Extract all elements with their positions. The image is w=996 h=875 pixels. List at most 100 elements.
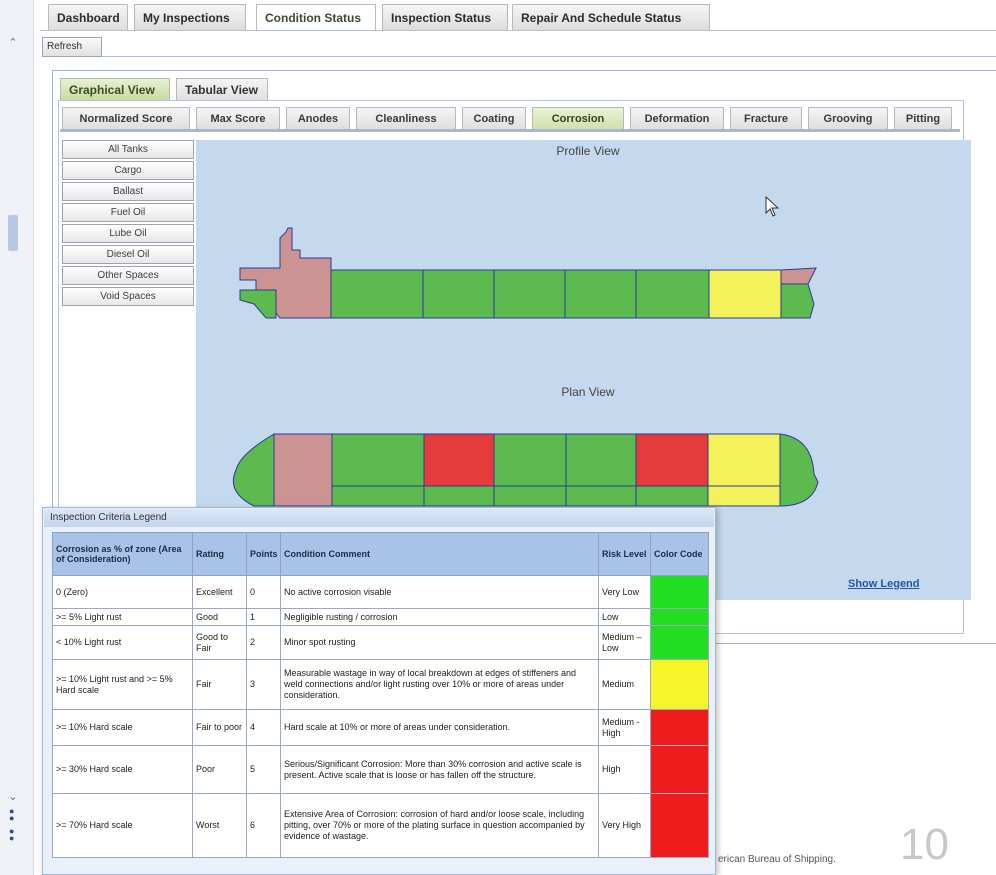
profile-tank-5[interactable] <box>635 269 710 319</box>
profile-tank-3[interactable] <box>493 269 566 319</box>
cell-points: 2 <box>246 625 281 660</box>
tab-max-score[interactable]: Max Score <box>196 107 280 129</box>
profile-tank-6[interactable] <box>708 269 782 319</box>
profile-tank-1[interactable] <box>330 269 424 319</box>
grip-icon: ● ● <box>9 826 15 843</box>
scroll-down-icon[interactable]: ⌄ <box>6 790 20 804</box>
cell-points: 4 <box>246 709 281 746</box>
filter-ballast[interactable]: Ballast <box>62 182 194 201</box>
cell-rating: Good to Fair <box>192 625 247 660</box>
tab-normalized-score[interactable]: Normalized Score <box>62 107 190 129</box>
legend-header-row: Corrosion as % of zone (Area of Consider… <box>52 532 709 576</box>
cell-points: 3 <box>246 659 281 710</box>
table-row: >= 10% Hard scale Fair to poor 4 Hard sc… <box>52 709 709 746</box>
filter-diesel-oil[interactable]: Diesel Oil <box>62 245 194 264</box>
refresh-button[interactable]: Refresh <box>42 37 102 57</box>
tab-inspection-status[interactable]: Inspection Status <box>382 4 508 30</box>
legend-title: Inspection Criteria Legend <box>44 509 714 527</box>
tab-grooving[interactable]: Grooving <box>808 107 888 129</box>
tab-tabular-view[interactable]: Tabular View <box>176 78 268 100</box>
table-row: 0 (Zero) Excellent 0 No active corrosion… <box>52 575 709 609</box>
tab-anodes[interactable]: Anodes <box>286 107 350 129</box>
scroll-up-icon[interactable]: ⌃ <box>6 36 20 50</box>
plan-tank-2-lower[interactable] <box>423 485 495 507</box>
plan-aft-space[interactable] <box>273 433 333 507</box>
tab-underline <box>60 129 960 132</box>
color-swatch <box>650 575 709 609</box>
tab-coating[interactable]: Coating <box>462 107 526 129</box>
header-risk-level: Risk Level <box>598 532 651 576</box>
header-rating: Rating <box>192 532 247 576</box>
tab-condition-status[interactable]: Condition Status <box>256 4 376 30</box>
legend-table: Corrosion as % of zone (Area of Consider… <box>52 532 709 858</box>
tab-fracture[interactable]: Fracture <box>730 107 802 129</box>
cell-risk: Medium - High <box>598 709 651 746</box>
cell-comment: Minor spot rusting <box>280 625 599 660</box>
plan-tank-3-lower[interactable] <box>493 485 567 507</box>
plan-tank-6-lower[interactable] <box>707 485 781 507</box>
tab-pitting[interactable]: Pitting <box>894 107 952 129</box>
cell-rating: Good <box>192 608 247 626</box>
cell-corrosion: >= 10% Hard scale <box>52 709 193 746</box>
cell-points: 0 <box>246 575 281 609</box>
plan-tank-2-upper[interactable] <box>423 433 495 487</box>
tab-my-inspections[interactable]: My Inspections <box>134 4 246 30</box>
cell-comment: Measurable wastage in way of local break… <box>280 659 599 710</box>
plan-tank-5-upper[interactable] <box>635 433 709 487</box>
scroll-thumb[interactable] <box>8 215 18 251</box>
tab-deformation[interactable]: Deformation <box>630 107 724 129</box>
color-swatch <box>650 793 709 858</box>
cell-points: 5 <box>246 745 281 794</box>
header-color-code: Color Code <box>650 532 709 576</box>
filter-cargo[interactable]: Cargo <box>62 161 194 180</box>
cell-corrosion: >= 5% Light rust <box>52 608 193 626</box>
cell-rating: Fair <box>192 659 247 710</box>
cell-points: 6 <box>246 793 281 858</box>
profile-aft-superstructure[interactable] <box>239 227 332 319</box>
filter-all-tanks[interactable]: All Tanks <box>62 140 194 159</box>
tab-dashboard[interactable]: Dashboard <box>48 4 128 30</box>
tab-cleanliness[interactable]: Cleanliness <box>356 107 456 129</box>
cell-points: 1 <box>246 608 281 626</box>
cell-corrosion: 0 (Zero) <box>52 575 193 609</box>
plan-tank-3-upper[interactable] <box>493 433 567 487</box>
left-scrollbar[interactable]: ⌃ ⌄ ● ● ● ● <box>0 0 34 875</box>
plan-stern[interactable] <box>232 433 275 507</box>
cell-rating: Poor <box>192 745 247 794</box>
color-swatch <box>650 745 709 794</box>
cell-corrosion: >= 10% Light rust and >= 5% Hard scale <box>52 659 193 710</box>
filter-other-spaces[interactable]: Other Spaces <box>62 266 194 285</box>
profile-forepeak-lower[interactable] <box>780 283 815 319</box>
profile-forepeak-upper[interactable] <box>780 267 817 285</box>
cell-comment: Extensive Area of Corrosion: corrosion o… <box>280 793 599 858</box>
filter-lube-oil[interactable]: Lube Oil <box>62 224 194 243</box>
tab-repair-and-schedule-status[interactable]: Repair And Schedule Status <box>512 4 710 30</box>
plan-tank-5-lower[interactable] <box>635 485 709 507</box>
mouse-cursor-icon <box>765 196 780 217</box>
header-corrosion: Corrosion as % of zone (Area of Consider… <box>52 532 193 576</box>
show-legend-link[interactable]: Show Legend <box>848 578 920 590</box>
plan-bow[interactable] <box>779 433 819 507</box>
profile-engine-room[interactable] <box>239 289 277 319</box>
cell-corrosion: >= 70% Hard scale <box>52 793 193 858</box>
plan-tank-6-upper[interactable] <box>707 433 781 487</box>
cell-risk: Medium – Low <box>598 625 651 660</box>
cell-comment: Serious/Significant Corrosion: More than… <box>280 745 599 794</box>
profile-tank-4[interactable] <box>564 269 637 319</box>
slide-number: 10 <box>900 820 949 869</box>
profile-tank-2[interactable] <box>422 269 495 319</box>
plan-tank-1-lower[interactable] <box>331 485 425 507</box>
plan-tank-4-upper[interactable] <box>565 433 637 487</box>
footer-copyright-text: erican Bureau of Shipping. <box>718 854 836 865</box>
filter-void-spaces[interactable]: Void Spaces <box>62 287 194 306</box>
filter-fuel-oil[interactable]: Fuel Oil <box>62 203 194 222</box>
tab-graphical-view[interactable]: Graphical View <box>60 78 170 100</box>
plan-tank-1-upper[interactable] <box>331 433 425 487</box>
tab-corrosion[interactable]: Corrosion <box>532 107 624 129</box>
header-points: Points <box>246 532 281 576</box>
cell-rating: Excellent <box>192 575 247 609</box>
plan-view <box>232 433 819 507</box>
plan-tank-4-lower[interactable] <box>565 485 637 507</box>
color-swatch <box>650 709 709 746</box>
cell-rating: Worst <box>192 793 247 858</box>
